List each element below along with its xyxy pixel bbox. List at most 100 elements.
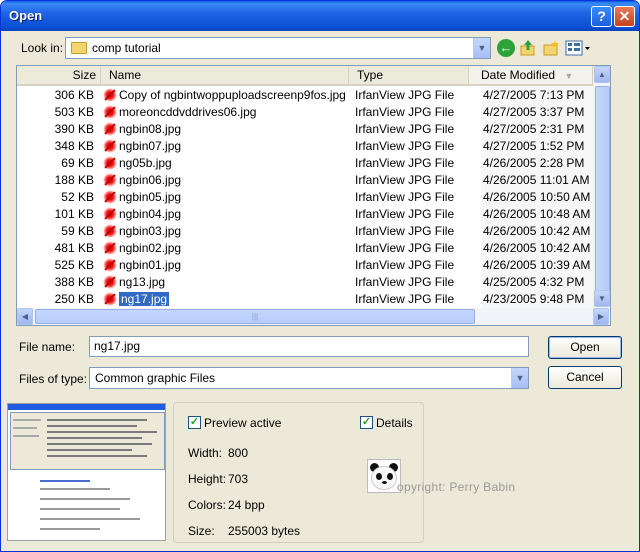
file-size: 503 KB bbox=[54, 105, 94, 119]
file-date: 4/27/2005 1:52 PM bbox=[481, 138, 593, 155]
thumbnail-line bbox=[40, 508, 120, 510]
file-name: ngbin06.jpg bbox=[103, 172, 347, 189]
filetype-label: Files of type: bbox=[19, 372, 88, 386]
vertical-scrollbar[interactable]: ▲ ▼ bbox=[593, 66, 610, 308]
file-name-text: ng05b.jpg bbox=[119, 156, 172, 170]
views-menu-icon[interactable] bbox=[565, 39, 591, 57]
file-row[interactable]: 481 KB ngbin02.jpg IrfanView JPG File 4/26/… bbox=[17, 240, 605, 257]
thumbnail-line bbox=[47, 437, 142, 439]
file-name-text: ngbin02.jpg bbox=[119, 241, 182, 255]
jpg-file-icon bbox=[103, 105, 117, 119]
file-name: ngbin08.jpg bbox=[103, 121, 347, 138]
file-size: 525 KB bbox=[54, 258, 94, 272]
scroll-left-icon[interactable]: ◀ bbox=[17, 308, 33, 325]
file-size: 348 KB bbox=[54, 139, 94, 153]
file-name: ngbin03.jpg bbox=[103, 223, 347, 240]
scroll-right-icon[interactable]: ▶ bbox=[593, 308, 609, 325]
jpg-file-icon bbox=[103, 292, 117, 306]
chevron-down-icon[interactable]: ▼ bbox=[511, 368, 528, 388]
file-date: 4/25/2005 4:32 PM bbox=[481, 274, 593, 291]
file-name: ngbin05.jpg bbox=[103, 189, 347, 206]
file-type: IrfanView JPG File bbox=[355, 275, 455, 289]
jpg-file-icon bbox=[103, 224, 117, 238]
file-type: IrfanView JPG File bbox=[355, 139, 455, 153]
thumbnail-line bbox=[13, 427, 37, 429]
file-size: 59 KB bbox=[61, 224, 94, 238]
thumbnail-line bbox=[47, 431, 157, 433]
file-type: IrfanView JPG File bbox=[355, 105, 455, 119]
file-row[interactable]: 188 KB ngbin06.jpg IrfanView JPG File 4/26/… bbox=[17, 172, 605, 189]
file-row[interactable]: 525 KB ngbin01.jpg IrfanView JPG File 4/26/… bbox=[17, 257, 605, 274]
filetype-dropdown[interactable]: Common graphic Files ▼ bbox=[89, 367, 529, 389]
jpg-file-icon bbox=[103, 207, 117, 221]
open-dialog: Open ? ✕ Look in: comp tutorial ▼ ← Size… bbox=[0, 0, 640, 552]
jpg-file-icon bbox=[103, 88, 117, 102]
file-size: 481 KB bbox=[54, 241, 94, 255]
thumbnail-line bbox=[40, 518, 140, 520]
file-size: 188 KB bbox=[54, 173, 94, 187]
lookin-dropdown[interactable]: comp tutorial ▼ bbox=[65, 37, 491, 59]
file-row[interactable]: 250 KB ng17.jpg IrfanView JPG File 4/23/200… bbox=[17, 291, 605, 308]
file-row[interactable]: 59 KB ngbin03.jpg IrfanView JPG File 4/26/2… bbox=[17, 223, 605, 240]
cancel-button[interactable]: Cancel bbox=[548, 366, 622, 389]
file-row[interactable]: 101 KB ngbin04.jpg IrfanView JPG File 4/26/… bbox=[17, 206, 605, 223]
window-title: Open bbox=[9, 8, 43, 23]
jpg-file-icon bbox=[103, 258, 117, 272]
file-size: 250 KB bbox=[54, 292, 94, 306]
height-label: Height: bbox=[188, 472, 227, 486]
file-name: ngbin01.jpg bbox=[103, 257, 347, 274]
column-name[interactable]: Name bbox=[101, 66, 349, 86]
file-size: 101 KB bbox=[54, 207, 94, 221]
thumbnail-line bbox=[47, 425, 137, 427]
file-date: 4/27/2005 3:37 PM bbox=[481, 104, 593, 121]
column-size[interactable]: Size bbox=[17, 66, 101, 86]
panda-eye bbox=[376, 473, 382, 480]
file-name-text: ng13.jpg bbox=[119, 275, 166, 289]
file-row[interactable]: 503 KB moreoncddvddrives06.jpg IrfanView J… bbox=[17, 104, 605, 121]
details-checkbox[interactable]: ✓ bbox=[360, 416, 373, 429]
horizontal-scrollbar[interactable]: ◀ ||| ▶ bbox=[17, 308, 610, 325]
thumbnail-line bbox=[47, 449, 132, 451]
chevron-down-icon[interactable]: ▼ bbox=[473, 38, 490, 58]
file-row[interactable]: 390 KB ngbin08.jpg IrfanView JPG File 4/27/… bbox=[17, 121, 605, 138]
horizontal-scroll-thumb[interactable]: ||| bbox=[35, 309, 475, 324]
preview-panel: ✓ Preview active ✓ Details Width: 800 He… bbox=[173, 402, 515, 543]
jpg-file-icon bbox=[103, 156, 117, 170]
close-icon[interactable]: ✕ bbox=[614, 6, 635, 27]
colors-value: 24 bpp bbox=[228, 498, 265, 512]
preview-active-label[interactable]: Preview active bbox=[204, 416, 281, 430]
filename-input[interactable]: ng17.jpg bbox=[89, 336, 529, 357]
details-label[interactable]: Details bbox=[376, 416, 413, 430]
file-name: ng17.jpg bbox=[103, 291, 347, 308]
jpg-file-icon bbox=[103, 275, 117, 289]
scroll-down-icon[interactable]: ▼ bbox=[594, 290, 610, 307]
title-bar[interactable]: Open ? ✕ bbox=[1, 1, 639, 31]
scroll-up-icon[interactable]: ▲ bbox=[594, 66, 610, 83]
column-type[interactable]: Type bbox=[349, 66, 469, 86]
file-row[interactable]: 52 KB ngbin05.jpg IrfanView JPG File 4/26/2… bbox=[17, 189, 605, 206]
help-icon[interactable]: ? bbox=[591, 6, 612, 27]
file-name: Copy of ngbintwoppuploadscreenp9fos.jpg bbox=[103, 87, 347, 104]
back-icon[interactable]: ← bbox=[497, 39, 515, 57]
filename-value: ng17.jpg bbox=[94, 339, 141, 353]
panda-icon bbox=[367, 459, 401, 493]
file-row[interactable]: 69 KB ng05b.jpg IrfanView JPG File 4/26/200… bbox=[17, 155, 605, 172]
colors-label: Colors: bbox=[188, 498, 227, 512]
file-type: IrfanView JPG File bbox=[355, 292, 455, 306]
new-folder-icon[interactable] bbox=[542, 39, 560, 57]
file-type: IrfanView JPG File bbox=[355, 156, 455, 170]
open-button[interactable]: Open bbox=[548, 336, 622, 359]
file-date: 4/26/2005 10:42 AM bbox=[481, 223, 593, 240]
preview-active-checkbox[interactable]: ✓ bbox=[188, 416, 201, 429]
vertical-scroll-thumb[interactable] bbox=[595, 86, 610, 298]
filename-label: File name: bbox=[19, 340, 76, 354]
file-name-text: ngbin07.jpg bbox=[119, 139, 182, 153]
up-folder-icon[interactable] bbox=[519, 39, 537, 57]
file-name-text: ngbin08.jpg bbox=[119, 122, 182, 136]
file-name-text: ngbin03.jpg bbox=[119, 224, 182, 238]
file-row[interactable]: 306 KB Copy of ngbintwoppuploadscreenp9fo… bbox=[17, 87, 605, 104]
file-date: 4/26/2005 10:48 AM bbox=[481, 206, 593, 223]
file-row[interactable]: 348 KB ngbin07.jpg IrfanView JPG File 4/27/… bbox=[17, 138, 605, 155]
column-date-modified[interactable]: Date Modified ▼ bbox=[469, 66, 593, 86]
file-row[interactable]: 388 KB ng13.jpg IrfanView JPG File 4/25/200… bbox=[17, 274, 605, 291]
